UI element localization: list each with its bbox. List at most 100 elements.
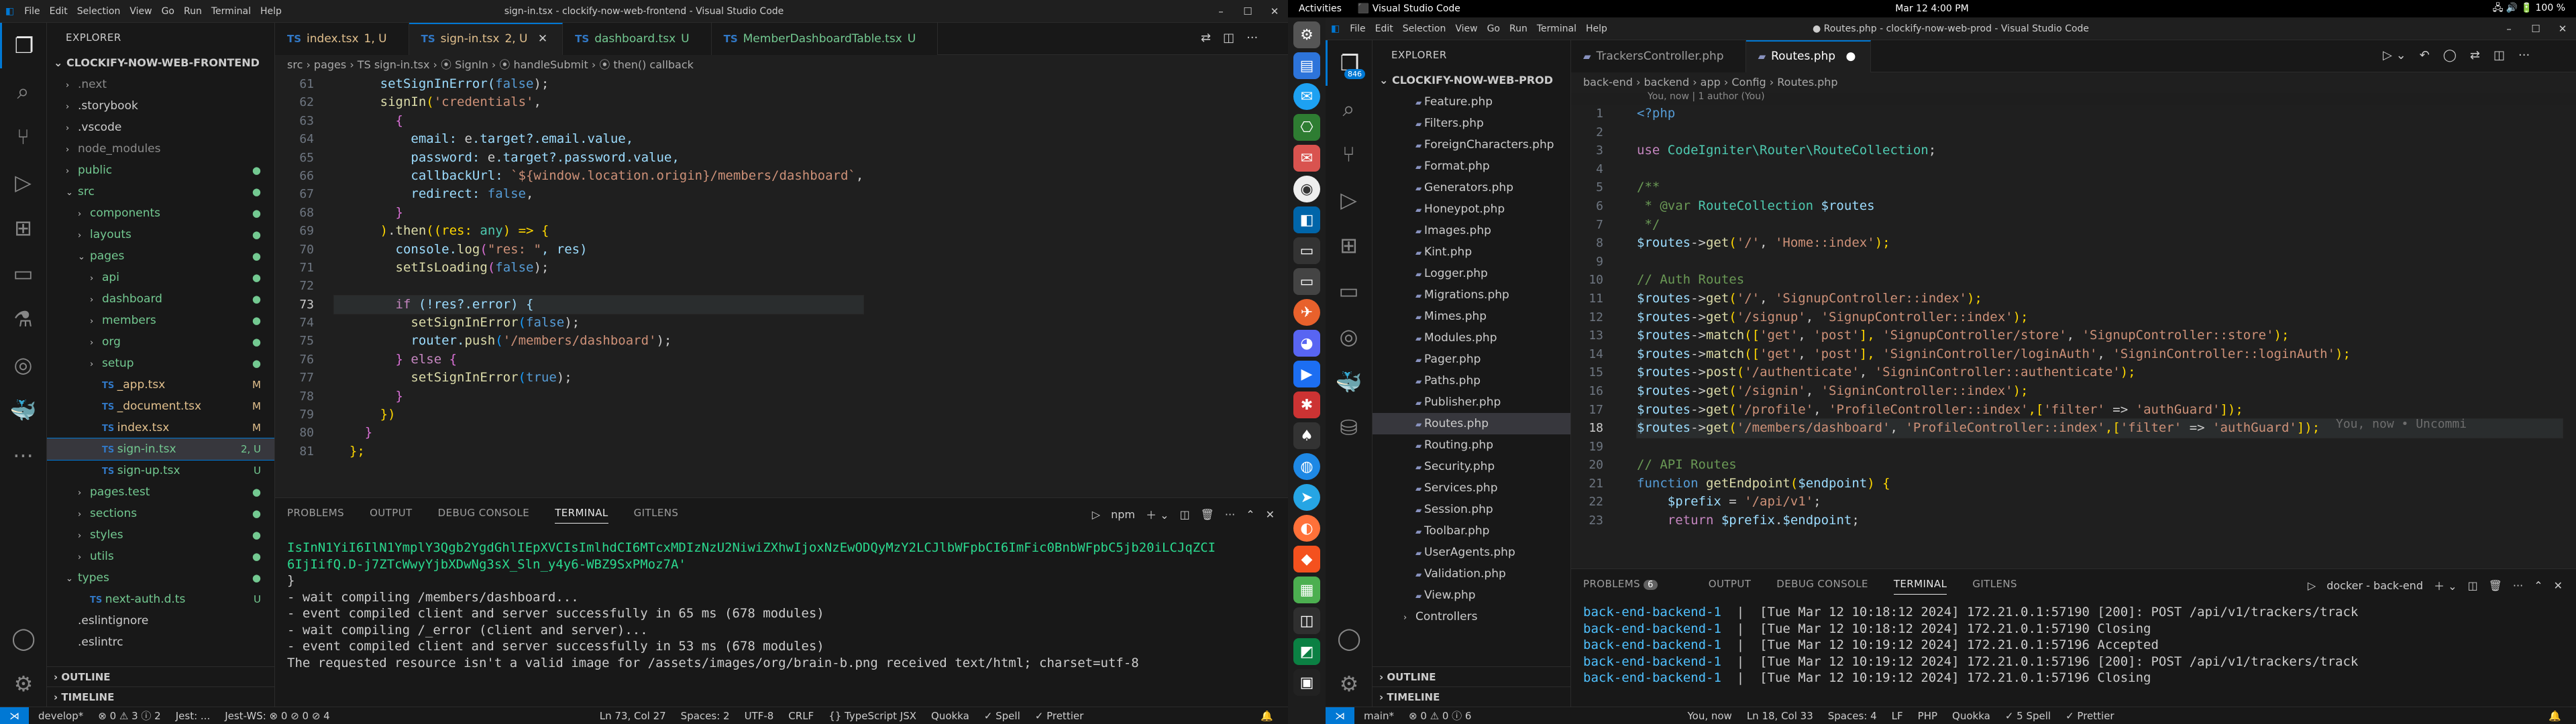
tree-item[interactable]: ▰ Routes.php (1373, 413, 1570, 434)
run-debug-icon[interactable]: ▷ (0, 160, 46, 205)
tree-item[interactable]: ▰ Images.php (1373, 220, 1570, 241)
tree-item[interactable]: ▰ Paths.php (1373, 370, 1570, 391)
menu-item[interactable]: Help (1581, 23, 1612, 34)
tree-item[interactable]: ▰ View.php (1373, 585, 1570, 606)
menu-item[interactable]: Selection (72, 6, 125, 17)
status-item[interactable]: PHP (1918, 710, 1937, 722)
tab-trackerscontroller-php[interactable]: ▰ TrackersController.php (1571, 40, 1746, 72)
tab-memberdashboardtable-tsx[interactable]: TS MemberDashboardTable.tsx U (711, 23, 938, 55)
mongodb-app-icon[interactable]: ♠ (1293, 422, 1320, 449)
tree-item[interactable]: TS _document.tsx M (47, 396, 274, 417)
menu-item[interactable]: File (19, 6, 44, 17)
tree-item[interactable]: ⌄ types ● (47, 567, 274, 589)
extensions-icon[interactable]: ⊞ (1326, 223, 1372, 268)
timeline-section[interactable]: › TIMELINE (1373, 686, 1570, 707)
tree-item[interactable]: ▰ Toolbar.php (1373, 520, 1570, 542)
status-item[interactable]: ✓ Spell (984, 710, 1020, 722)
status-item[interactable]: Ln 18, Col 33 (1747, 710, 1813, 722)
gear-icon[interactable]: ⚙ (1326, 661, 1373, 707)
diff-icon[interactable]: ⇄ (2470, 48, 2480, 62)
tree-item[interactable]: › node_modules (47, 138, 274, 160)
tree-item[interactable]: TS sign-in.tsx 2, U (47, 438, 274, 461)
tab-sign-in-tsx[interactable]: TS sign-in.tsx 2, U ✕ (409, 23, 564, 55)
tree-item[interactable]: ▰ UserAgents.php (1373, 542, 1570, 563)
explorer-icon[interactable]: ❐ (0, 23, 46, 68)
docker-icon[interactable]: 🐳 (1326, 359, 1372, 405)
menu-item[interactable]: Terminal (207, 6, 256, 17)
search-icon[interactable]: ⌕ (0, 68, 46, 114)
close-icon[interactable]: ✕ (1261, 0, 1288, 23)
menu-item[interactable]: Terminal (1532, 23, 1581, 34)
zoom-app-icon[interactable]: ▶ (1293, 361, 1320, 387)
account-icon[interactable]: ◯ (0, 615, 47, 661)
status-item[interactable]: Jest: ... (176, 710, 210, 722)
status-item[interactable]: ✓ 5 Spell (2005, 710, 2051, 722)
tree-item[interactable]: ▰ Migrations.php (1373, 284, 1570, 306)
source-control-icon[interactable]: ⑂ (1326, 131, 1372, 177)
status-item[interactable]: develop* (38, 710, 83, 722)
remote-explorer-icon[interactable]: ▭ (0, 251, 46, 296)
tree-item[interactable]: ▰ Session.php (1373, 499, 1570, 520)
tree-item[interactable]: ▰ Services.php (1373, 477, 1570, 499)
dot-icon[interactable]: ◯ (2443, 48, 2457, 62)
menu-item[interactable]: View (125, 6, 156, 17)
tree-item[interactable]: › utils ● (47, 546, 274, 567)
tree-item[interactable]: ▰ Modules.php (1373, 327, 1570, 349)
discord-app-icon[interactable]: ◕ (1293, 330, 1320, 357)
tree-item[interactable]: ▰ Security.php (1373, 456, 1570, 477)
tree-item[interactable]: › pages.test ● (47, 481, 274, 503)
trash-icon[interactable]: 🗑 (2489, 579, 2502, 592)
terminal-output[interactable]: IsInN1YiI6IlN1YmplY3Qgb2YgdGhlIEpXVCIsIm… (275, 528, 1288, 671)
run-icon[interactable]: ▷ ⌄ (2383, 48, 2406, 62)
terminal-shell-label[interactable]: docker - back-end (2326, 579, 2423, 592)
browser-app-icon[interactable]: ◍ (1293, 453, 1320, 480)
menu-item[interactable]: File (1345, 23, 1370, 34)
panel-tab-output[interactable]: OUTPUT (1709, 578, 1752, 590)
tree-item[interactable]: TS next-auth.d.ts U (47, 589, 274, 610)
explorer-icon[interactable]: ❐ 846 (1326, 40, 1372, 86)
more-actions-icon[interactable]: ··· (1246, 31, 1258, 45)
status-item[interactable]: ⊗ 0 ⚠ 0 ⓘ 6 (1409, 709, 1472, 723)
tree-item[interactable]: TS sign-up.tsx U (47, 460, 274, 481)
project-root[interactable]: ⌄ CLOCKIFY-NOW-WEB-PROD (1373, 70, 1570, 91)
tree-item[interactable]: ▰ Honeypot.php (1373, 198, 1570, 220)
status-item[interactable]: UTF-8 (745, 710, 774, 722)
more-icon[interactable]: ··· (2513, 579, 2523, 592)
vscode-app-icon[interactable]: ◧ (1293, 206, 1320, 233)
extensions-icon[interactable]: ⊞ (0, 205, 46, 251)
chrome-app-icon[interactable]: ◉ (1293, 176, 1320, 202)
tree-item[interactable]: ▰ Kint.php (1373, 241, 1570, 263)
tree-item[interactable]: › .vscode (47, 117, 274, 138)
code-editor[interactable]: 61 62 63 64 65 66 67 68 69 70 71 72 73 74 75 76 77 78 79 80… (275, 75, 1288, 497)
display-app-icon[interactable]: ▭ (1293, 268, 1320, 295)
tree-item[interactable]: ▰ Generators.php (1373, 177, 1570, 198)
tree-item[interactable]: .eslintignore (47, 610, 274, 631)
app4-icon[interactable]: ▣ (1293, 669, 1320, 696)
messenger-app-icon[interactable]: ✉ (1293, 83, 1320, 110)
tree-item[interactable]: ▰ Filters.php (1373, 113, 1570, 134)
menu-item[interactable]: Help (256, 6, 286, 17)
maximize-icon[interactable]: ☐ (2522, 17, 2549, 40)
status-item[interactable]: Jest-WS: ⊗ 0 ⊘ 0 ⊘ 4 (225, 710, 330, 722)
tree-item[interactable]: › styles ● (47, 524, 274, 546)
split-terminal-icon[interactable]: ◫ (2467, 579, 2477, 592)
gitlens-icon[interactable]: ◎ (1326, 314, 1372, 359)
status-item[interactable]: ✓ Prettier (1035, 710, 1084, 722)
tree-item[interactable]: › .next (47, 74, 274, 95)
tree-item[interactable]: ▰ Mimes.php (1373, 306, 1570, 327)
tab-routes-php[interactable]: ▰ Routes.php ● (1746, 40, 1872, 72)
tree-item[interactable]: ⌄ pages ● (47, 245, 274, 267)
tree-item[interactable]: TS _app.tsx M (47, 374, 274, 396)
sheets-app-icon[interactable]: ▦ (1293, 577, 1320, 603)
trash-icon[interactable]: 🗑 (1201, 508, 1214, 521)
status-item[interactable]: ⊗ 0 ⚠ 3 ⓘ 2 (98, 709, 161, 723)
remote-indicator-icon[interactable]: ⋊ (0, 707, 29, 724)
status-item[interactable]: CRLF (788, 710, 814, 722)
maximize-panel-icon[interactable]: ⌃ (1246, 508, 1254, 521)
panel-tab-problems[interactable]: PROBLEMS 6 (1583, 578, 1683, 590)
tree-item[interactable]: ▰ Publisher.php (1373, 391, 1570, 413)
minimize-icon[interactable]: – (2496, 17, 2522, 40)
project-root[interactable]: ⌄ CLOCKIFY-NOW-WEB-FRONTEND (47, 52, 274, 74)
panel-tab-gitlens[interactable]: GITLENS (1972, 578, 2017, 590)
terminal-shell-label[interactable]: npm (1111, 508, 1135, 521)
